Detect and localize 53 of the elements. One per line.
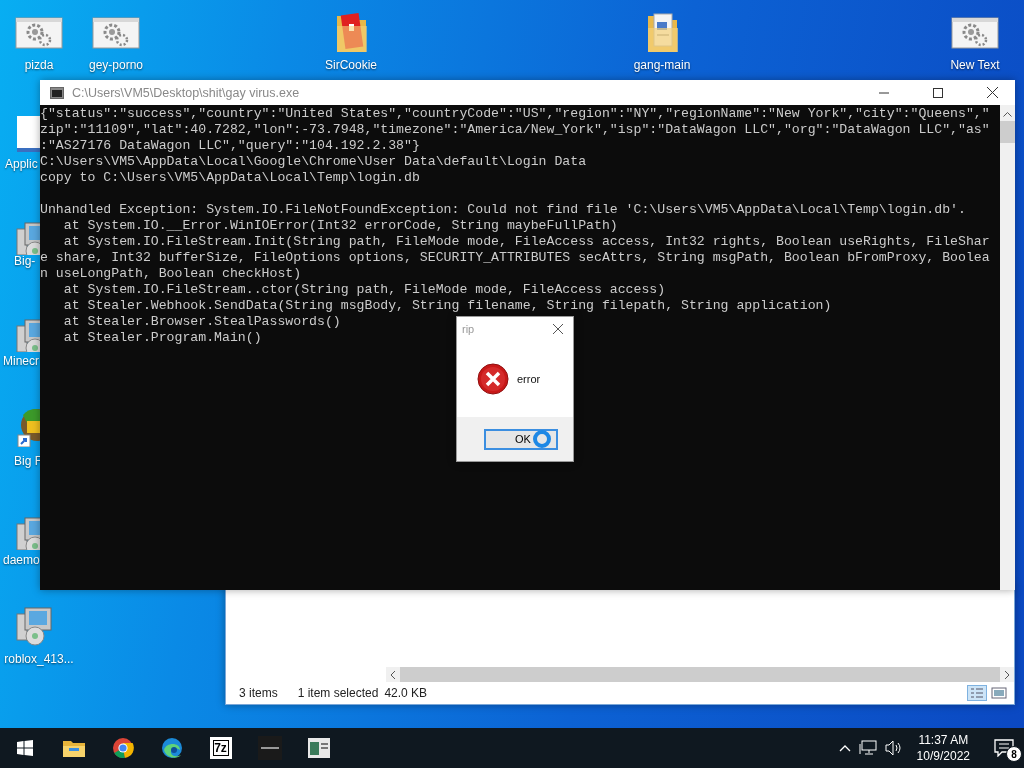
selection-size: 42.0 KB: [384, 686, 428, 700]
clock-time[interactable]: 11:37 AM: [918, 732, 969, 748]
console-line: at Stealer.Browser.StealPasswords(): [62, 314, 341, 330]
console-line: C:\Users\VM5\AppData\Local\Google\Chrome\User Data\default\Login Data: [40, 154, 587, 170]
error-message: error: [517, 373, 541, 385]
window-title: C:\Users\VM5\Desktop\shit\gay virus.exe: [72, 85, 301, 100]
icon-label: gey-porno: [87, 58, 144, 72]
icon-label: Big-: [14, 254, 36, 268]
console-line: {"status":"success","country":"United States","countryCode":"US","region":"NY","regionName":"New York","city":"Queens",": [40, 106, 990, 122]
archiver-icon: 7z: [209, 737, 232, 759]
scroll-thumb[interactable]: [1000, 121, 1015, 143]
notification-count: 8: [1006, 746, 1022, 762]
scroll-up-icon[interactable]: [1003, 111, 1012, 117]
icon-label: Applic: [5, 157, 38, 171]
console-line: Unhandled Exception: System.IO.FileNotFoundException: Could not find file 'C:\Users\VM5\AppData\Local\Temp\login.db'.: [40, 202, 966, 218]
console-line: :"AS27176 DataWagon LLC","query":"104.192.2.38"}: [40, 138, 420, 154]
icon-label: New Text: [949, 58, 1001, 72]
icon-label: pizda: [23, 58, 55, 72]
browser-icon: [111, 737, 134, 759]
windows-logo-icon: [16, 740, 33, 756]
maximize-icon[interactable]: [933, 87, 943, 98]
close-icon[interactable]: [986, 87, 998, 98]
console-line: zip":"11109","lat":40.7282,"lon":-73.7948,"timezone":"America/New_York","isp":"DataWagon LLC","org":"DataWagon LLC","as": [40, 122, 990, 138]
icon-label: gang-main: [632, 58, 692, 72]
chevron-up-icon[interactable]: [838, 744, 851, 752]
horizontal-scrollbar[interactable]: [386, 667, 1014, 682]
console-line: n useLongPath, Boolean checkHost): [40, 266, 302, 282]
wave-browser-icon: [160, 737, 183, 759]
console-line: at System.IO.FileStream..ctor(String path, FileMode mode, FileAccess access): [62, 282, 666, 298]
icon-label: SirCookie: [324, 58, 378, 72]
vertical-scrollbar[interactable]: [1000, 105, 1015, 590]
taskbar-app[interactable]: 7z: [196, 728, 245, 768]
console-line: e share, Int32 bufferSize, FileOptions options, SECURITY_ATTRIBUTES secAttrs, String msgPath, Boolean bFromProxy, Boolea: [40, 250, 990, 266]
dark-app-icon: [257, 736, 282, 760]
console-line: at Stealer.Program.Main(): [62, 330, 262, 346]
clock-date[interactable]: 10/9/2022: [916, 748, 970, 764]
window-app-icon: [307, 738, 330, 758]
busy-cursor-icon: [532, 429, 552, 449]
dialog-title: rip: [462, 323, 476, 335]
console-line: at Stealer.Webhook.SendData(String msgBody, String filename, String filepath, String application): [62, 298, 832, 314]
icon-label: daemo: [3, 553, 40, 567]
selection-status: 1 item selected: [297, 686, 379, 700]
console-line: at System.IO.FileStream.Init(String path, FileMode mode, FileAccess access, Int32 rights, Boolean useRights, FileShar: [62, 234, 990, 250]
volume-icon[interactable]: [884, 740, 903, 756]
console-line: copy to C:\Users\VM5\AppData\Local\Temp\login.db: [40, 170, 420, 186]
folder-icon: [62, 739, 85, 757]
icon-label: Minecr: [3, 354, 39, 368]
icon-label: roblox_413...: [3, 652, 75, 666]
item-count: 3 items: [239, 686, 278, 700]
error-icon: [477, 363, 509, 395]
console-line: at System.IO.__Error.WinIOError(Int32 errorCode, String maybeFullPath): [62, 218, 618, 234]
network-icon[interactable]: [858, 740, 877, 756]
console-icon: [50, 86, 64, 99]
